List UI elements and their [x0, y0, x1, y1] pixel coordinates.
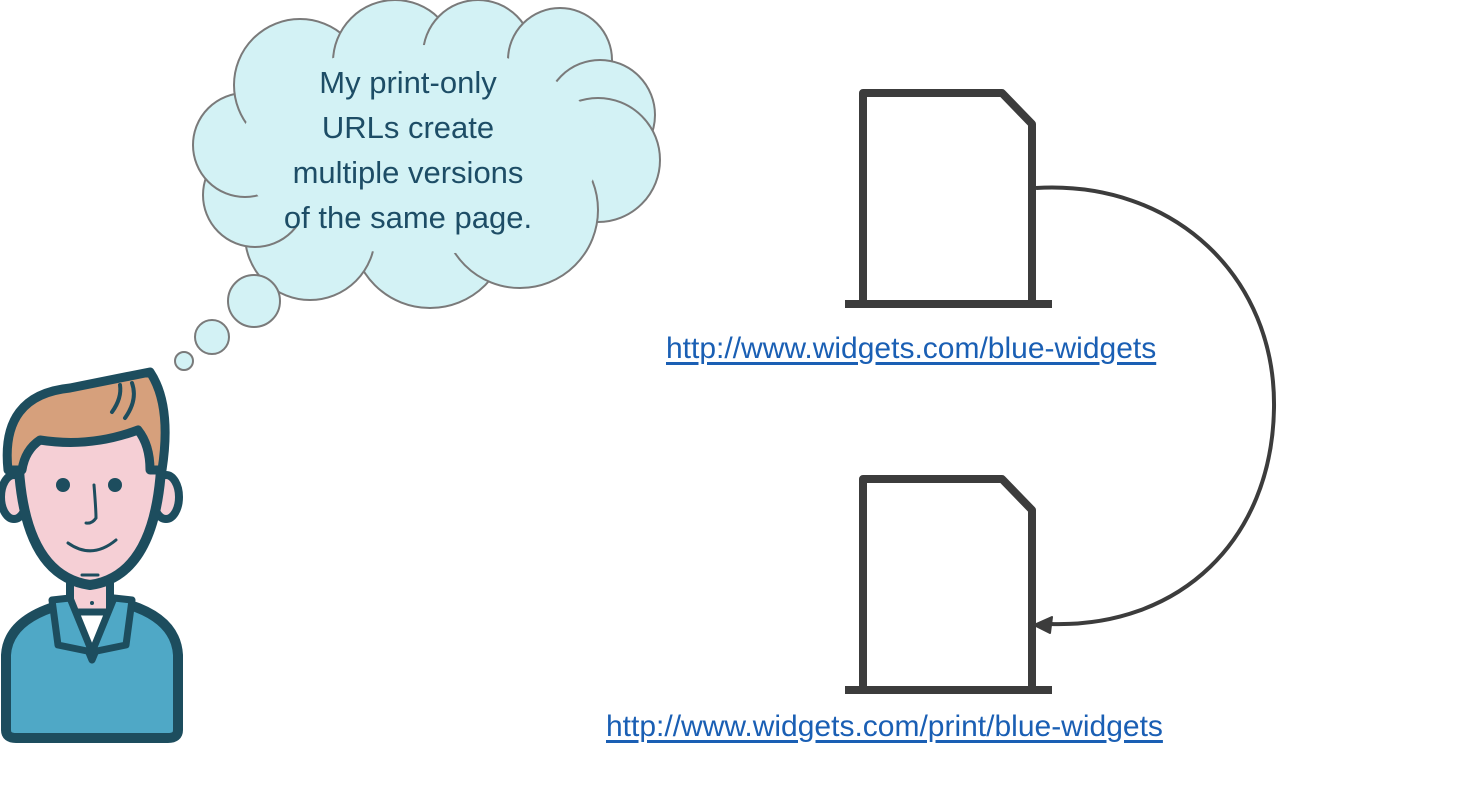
document-icon-top [845, 89, 1052, 308]
diagram-canvas: My print-only URLs create multiple versi… [0, 0, 1468, 796]
thought-line-2: URLs create [321, 110, 495, 145]
diagram-graphics [0, 0, 1277, 743]
person-avatar-icon [0, 367, 183, 743]
redirect-arrow-icon [1033, 185, 1277, 634]
print-url-link[interactable]: http://www.widgets.com/print/blue-widget… [606, 710, 1163, 744]
thought-bubble-text: My print-only URLs create multiple versi… [258, 60, 558, 240]
thought-line-3: multiple versions [292, 155, 524, 190]
document-icon-bottom [845, 475, 1052, 694]
thought-line-4: of the same page. [283, 200, 533, 235]
canonical-url-link[interactable]: http://www.widgets.com/blue-widgets [666, 332, 1156, 366]
thought-line-1: My print-only [319, 65, 497, 100]
